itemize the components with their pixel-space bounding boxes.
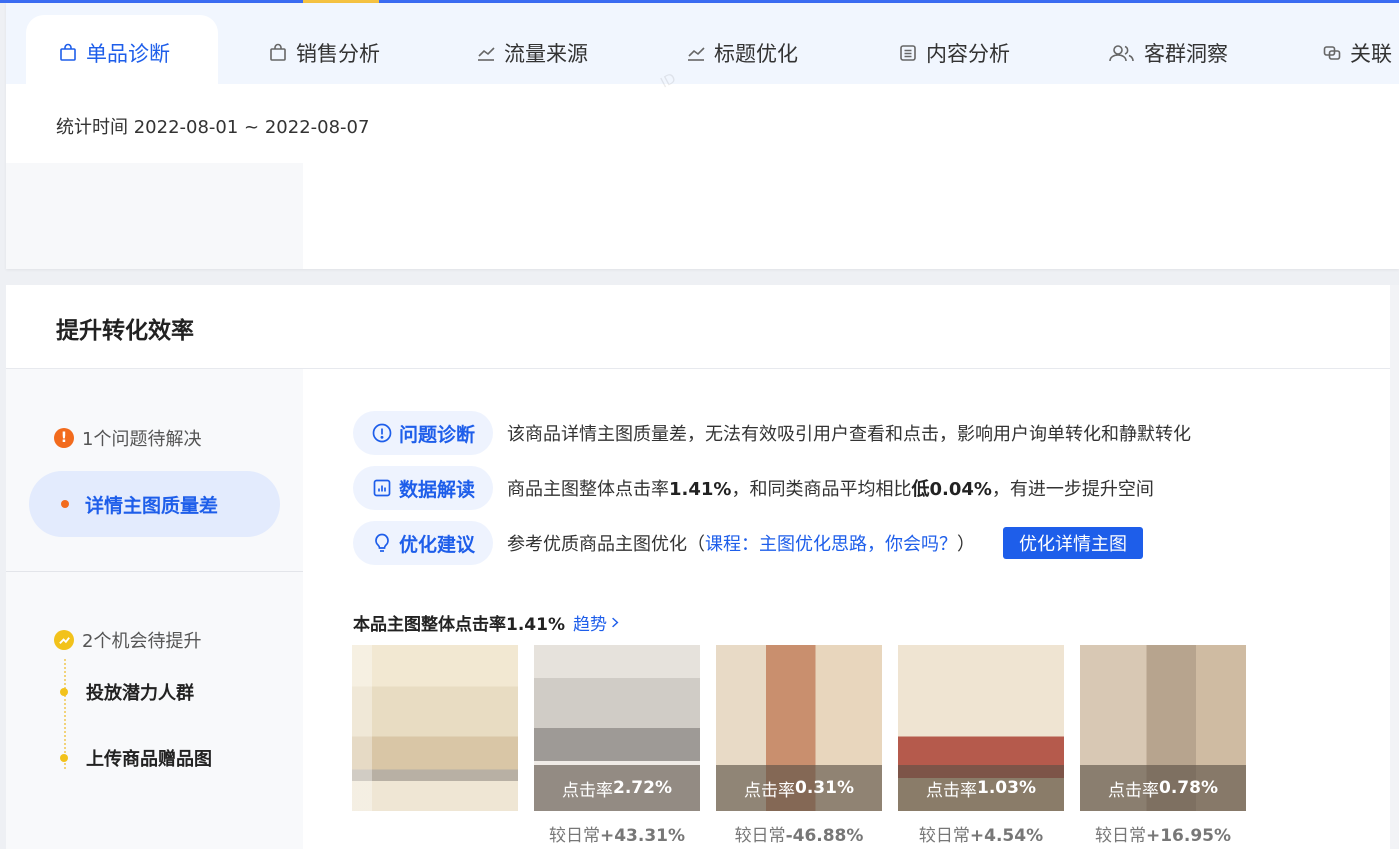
- tab-bar: 单品诊断 销售分析 流量来源 标题优化 内容分析 客群洞察 关联: [6, 3, 1399, 84]
- ctr-summary: 本品主图整体点击率1.41% 趋势: [353, 610, 619, 635]
- tab-sales-analysis[interactable]: 销售分析: [268, 33, 380, 73]
- tab-title-optimization[interactable]: 标题优化: [686, 33, 798, 73]
- tab-label: 客群洞察: [1144, 42, 1228, 66]
- delta-vs-daily: 较日常+16.95%: [1094, 826, 1232, 846]
- trend-link[interactable]: 趋势: [573, 610, 619, 635]
- tab-content-analysis[interactable]: 内容分析: [898, 33, 1010, 73]
- suggestion-row: 优化建议 参考优质商品主图优化（课程：主图优化思路，你会吗？） 优化详情主图: [353, 521, 1144, 565]
- info-circle-icon: [372, 423, 392, 443]
- overall-ctr-value: 1.41%: [669, 479, 732, 500]
- ctr-overlay: 点击率 2.72%: [534, 765, 700, 811]
- header-left-panel: [6, 163, 303, 269]
- link-icon: [1322, 43, 1342, 63]
- sidebar-item-main-image-quality[interactable]: 详情主图质量差: [29, 471, 280, 537]
- ctr-overlay: 点击率 1.03%: [898, 765, 1064, 811]
- bar-chart-icon: [373, 479, 391, 497]
- suggestion-text: 参考优质商品主图优化（课程：主图优化思路，你会吗？）: [507, 534, 976, 555]
- optimize-main-image-button[interactable]: 优化详情主图: [1003, 527, 1144, 559]
- ctr-overlay: 点击率 0.78%: [1080, 765, 1246, 811]
- issue-sidebar: ! 1个问题待解决 详情主图质量差 2个机会待提升 投放潜力人群 上传商品赠品图: [6, 369, 303, 849]
- interpretation-label: 数据解读: [399, 478, 476, 501]
- thumbnail-item[interactable]: 点击率 0.31%: [716, 645, 882, 811]
- tab-label: 内容分析: [926, 42, 1010, 66]
- bag-icon: [58, 43, 78, 63]
- tab-traffic-source[interactable]: 流量来源: [476, 33, 588, 73]
- trend-up-icon: [54, 630, 74, 650]
- problem-count-label: 1个问题待解决: [82, 429, 202, 450]
- sidebar-divider: [6, 571, 303, 572]
- opportunity-count-header: 2个机会待提升: [54, 627, 201, 653]
- sidebar-item-potential-audience[interactable]: 投放潜力人群: [60, 679, 194, 705]
- lightbulb-icon: [375, 533, 389, 552]
- suggestion-label: 优化建议: [399, 533, 476, 556]
- tab-label: 流量来源: [504, 42, 588, 66]
- thumbnail-item[interactable]: 点击率 2.72%: [534, 645, 700, 811]
- bullet-dot: [60, 688, 68, 696]
- delta-vs-daily: 较日常-46.88%: [734, 826, 864, 846]
- course-link[interactable]: 课程：主图优化思路，你会吗？: [705, 534, 957, 555]
- delta-vs-daily: 较日常+43.31%: [548, 826, 686, 846]
- bullet-dot: [61, 500, 69, 508]
- header-card: 单品诊断 销售分析 流量来源 标题优化 内容分析 客群洞察 关联 统计时间 20…: [6, 3, 1399, 269]
- conversion-efficiency-card: 提升转化效率 ! 1个问题待解决 详情主图质量差 2个机会待提升 投放潜力人群 …: [6, 285, 1390, 849]
- thumbnail-item[interactable]: 点击率 1.03%: [898, 645, 1064, 811]
- bag-icon: [268, 43, 288, 63]
- diagnosis-text: 该商品详情主图质量差，无法有效吸引用户查看和点击，影响用户询单转化和静默转化: [507, 424, 1192, 445]
- users-icon: [1108, 43, 1136, 63]
- opportunity-count-label: 2个机会待提升: [82, 631, 202, 652]
- section-title: 提升转化效率: [56, 318, 194, 344]
- thumbnail-item[interactable]: 点击率 0.78%: [1080, 645, 1246, 811]
- chevron-right-icon: [612, 617, 619, 628]
- diagnosis-label: 问题诊断: [399, 423, 476, 446]
- problem-count-header: ! 1个问题待解决: [54, 425, 201, 451]
- delta-vs-daily: 较日常+4.54%: [918, 826, 1044, 846]
- sidebar-item-label: 上传商品赠品图: [86, 749, 212, 770]
- compare-value: 低0.04%: [911, 479, 992, 500]
- product-image: [352, 645, 518, 811]
- interpretation-pill: 数据解读: [353, 466, 494, 510]
- tab-label: 标题优化: [714, 42, 798, 66]
- diagnosis-pill: 问题诊断: [353, 411, 494, 455]
- line-chart-icon: [476, 43, 496, 63]
- tab-label: 关联: [1350, 42, 1392, 66]
- statistics-time: 统计时间 2022-08-01 ~ 2022-08-07: [56, 117, 370, 138]
- thumbnail-main[interactable]: [352, 645, 518, 811]
- list-doc-icon: [898, 43, 918, 63]
- sidebar-item-label: 详情主图质量差: [85, 494, 219, 517]
- tab-single-product-diagnosis[interactable]: 单品诊断: [58, 33, 170, 73]
- interpretation-text: 商品主图整体点击率1.41%，和同类商品平均相比低0.04%，有进一步提升空间: [507, 479, 1154, 500]
- tab-customer-insight[interactable]: 客群洞察: [1108, 33, 1228, 73]
- tab-label: 单品诊断: [86, 42, 170, 66]
- ctr-overlay: 点击率 0.31%: [716, 765, 882, 811]
- tab-association[interactable]: 关联: [1322, 33, 1392, 73]
- bullet-dot: [60, 754, 68, 762]
- line-chart-icon: [686, 43, 706, 63]
- diagnosis-row: 问题诊断 该商品详情主图质量差，无法有效吸引用户查看和点击，影响用户询单转化和静…: [353, 411, 1191, 455]
- sidebar-item-upload-gift-image[interactable]: 上传商品赠品图: [60, 745, 212, 771]
- suggestion-pill: 优化建议: [353, 521, 494, 565]
- tab-label: 销售分析: [296, 42, 380, 66]
- right-scroll-edge: [1390, 285, 1399, 849]
- ctr-summary-title: 本品主图整体点击率1.41%: [353, 615, 565, 635]
- interpretation-row: 数据解读 商品主图整体点击率1.41%，和同类商品平均相比低0.04%，有进一步…: [353, 466, 1154, 510]
- warning-icon: !: [54, 428, 74, 448]
- sidebar-item-label: 投放潜力人群: [86, 683, 194, 704]
- main-image-thumbnails: 点击率 2.72% 点击率 0.31% 点击率 1.03% 点击率 0.78% 较日常+…: [352, 645, 1252, 849]
